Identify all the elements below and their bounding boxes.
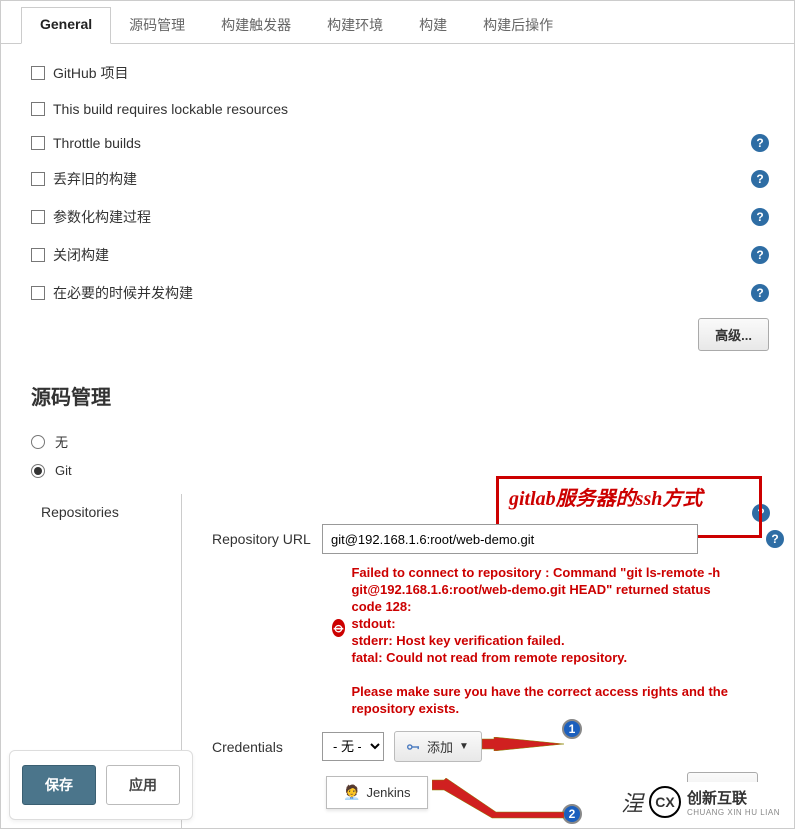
add-credentials-button[interactable]: 添加 ▼ <box>394 731 482 762</box>
watermark-logo: 浧 CX 创新互联 CHUANG XIN HU LIAN <box>613 782 788 822</box>
label: GitHub 项目 <box>53 63 128 83</box>
label: 关闭构建 <box>53 245 109 265</box>
advanced-button[interactable]: 高级... <box>698 318 769 351</box>
checkbox-parameterized[interactable] <box>31 210 45 224</box>
label: 丢弃旧的构建 <box>53 169 137 189</box>
label: 在必要的时候并发构建 <box>53 283 193 303</box>
label: Throttle builds <box>53 135 141 151</box>
annotation-badge-1: 1 <box>562 719 582 739</box>
logo-script-icon: 浧 <box>621 786 643 818</box>
footer-actions: 保存 应用 <box>9 750 193 820</box>
radio-git[interactable] <box>31 464 45 478</box>
credentials-label: Credentials <box>212 739 322 755</box>
checkbox-disable-build[interactable] <box>31 248 45 262</box>
help-icon[interactable]: ? <box>751 246 769 264</box>
tab-build[interactable]: 构建 <box>401 7 465 43</box>
checkbox-concurrent[interactable] <box>31 286 45 300</box>
annotation-text: gitlab服务器的ssh方式 <box>509 488 702 510</box>
repo-url-label: Repository URL <box>212 531 322 547</box>
chevron-down-icon: ▼ <box>459 741 469 752</box>
arrow-icon <box>482 737 564 751</box>
key-icon <box>407 743 421 751</box>
checkbox-lockable[interactable] <box>31 102 45 116</box>
tab-post[interactable]: 构建后操作 <box>465 7 571 43</box>
apply-button[interactable]: 应用 <box>106 765 180 805</box>
help-icon[interactable]: ? <box>766 530 784 548</box>
radio-label: Git <box>55 463 72 478</box>
radio-label: 无 <box>55 432 68 451</box>
checkbox-github-project[interactable] <box>31 66 45 80</box>
jenkins-icon: 🧑‍💼 <box>343 784 360 801</box>
arrow-icon <box>432 778 564 820</box>
checkbox-discard-old[interactable] <box>31 172 45 186</box>
error-icon: ⦵ <box>332 619 345 637</box>
help-icon[interactable]: ? <box>751 134 769 152</box>
error-message: Failed to connect to repository : Comman… <box>351 564 742 717</box>
tab-env[interactable]: 构建环境 <box>309 7 401 43</box>
save-button[interactable]: 保存 <box>22 765 96 805</box>
checkbox-throttle[interactable] <box>31 136 45 150</box>
label: This build requires lockable resources <box>53 101 288 117</box>
help-icon[interactable]: ? <box>751 208 769 226</box>
scm-title: 源码管理 <box>1 371 794 426</box>
tab-general[interactable]: General <box>21 7 111 44</box>
credentials-select[interactable]: - 无 - <box>322 732 384 761</box>
help-icon[interactable]: ? <box>751 170 769 188</box>
repo-url-input[interactable] <box>322 524 698 554</box>
logo-mark-icon: CX <box>649 786 681 818</box>
label: 参数化构建过程 <box>53 207 151 227</box>
tab-triggers[interactable]: 构建触发器 <box>203 7 309 43</box>
annotation-badge-2: 2 <box>562 804 582 824</box>
radio-none[interactable] <box>31 435 45 449</box>
jenkins-menu-item[interactable]: 🧑‍💼 Jenkins <box>326 776 428 809</box>
tab-scm[interactable]: 源码管理 <box>111 7 203 43</box>
tab-bar: General 源码管理 构建触发器 构建环境 构建 构建后操作 <box>1 1 794 44</box>
help-icon[interactable]: ? <box>751 284 769 302</box>
